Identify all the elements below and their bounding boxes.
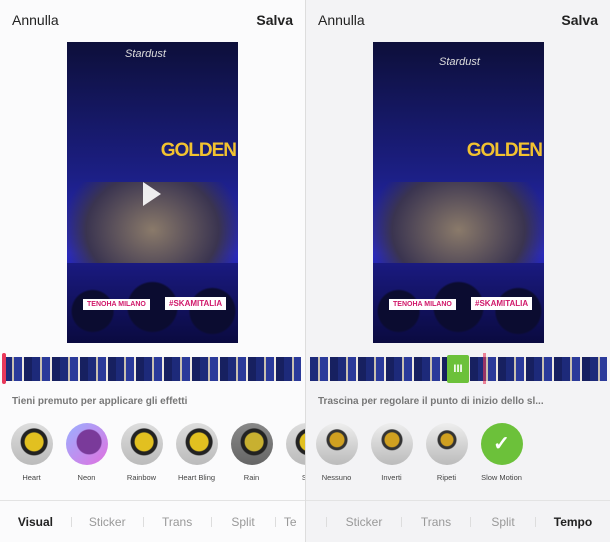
effect-label: Sn (301, 473, 305, 482)
effects-editor-tempo: Annulla Salva Stardust GOLDEN TENOHA MIL… (305, 0, 610, 542)
video-preview[interactable]: Stardust GOLDEN TENOHA MILANO #SKAMITALI… (67, 42, 238, 343)
tempo-slow-motion[interactable]: ✓ Slow Motion (474, 423, 529, 482)
tab-split[interactable]: Split (212, 515, 275, 529)
play-icon[interactable] (143, 182, 161, 206)
playhead (483, 353, 486, 384)
category-tabs: Sticker Trans Split Tempo (306, 500, 610, 542)
effects-editor-visual: Annulla Salva Stardust GOLDEN TENOHA MIL… (0, 0, 305, 542)
effect-sn[interactable]: Sn (279, 423, 305, 482)
effect-heart-bling[interactable]: Heart Bling (169, 423, 224, 482)
banner-text: GOLDEN (160, 140, 237, 161)
location-sticker: TENOHA MILANO (389, 299, 456, 310)
video-preview[interactable]: Stardust GOLDEN TENOHA MILANO #SKAMITALI… (373, 42, 544, 343)
save-button[interactable]: Salva (256, 12, 293, 28)
effect-neon[interactable]: Neon (59, 423, 114, 482)
tempo-thumbnail (370, 423, 413, 465)
tempo-options: Nessuno Inverti Ripeti ✓ Slow Motion (309, 423, 529, 482)
tab-trans[interactable]: Trans (144, 515, 211, 529)
tab-tempo[interactable]: Te (276, 515, 306, 529)
effect-thumbnail (120, 423, 163, 465)
location-sticker: TENOHA MILANO (83, 299, 150, 310)
tempo-thumbnail (425, 423, 468, 465)
check-icon: ✓ (480, 423, 523, 465)
tab-sticker[interactable]: Sticker (327, 515, 401, 529)
effect-heart[interactable]: Heart (4, 423, 59, 482)
stardust-logo: Stardust (439, 56, 480, 68)
hint-text: Trascina per regolare il punto di inizio… (318, 396, 544, 407)
effect-thumbnail (65, 423, 108, 465)
cancel-button[interactable]: Annulla (318, 12, 365, 28)
effect-label: Rainbow (126, 473, 157, 482)
effect-thumbnail (285, 423, 305, 465)
tempo-label: Slow Motion (481, 473, 522, 482)
save-button[interactable]: Salva (561, 12, 598, 28)
effects-list: Heart Neon Rainbow Heart Bling Rain Sn (4, 423, 305, 482)
slow-motion-handle[interactable]: III (447, 355, 469, 383)
playhead[interactable] (2, 353, 6, 384)
cancel-button[interactable]: Annulla (12, 12, 59, 28)
effect-rainbow[interactable]: Rainbow (114, 423, 169, 482)
stardust-logo: Stardust (125, 48, 166, 60)
tempo-thumbnail (315, 423, 358, 465)
hashtag-sticker: #SKAMITALIA (471, 297, 533, 310)
tab-split[interactable]: Split (471, 515, 535, 529)
tab-sticker[interactable]: Sticker (72, 515, 143, 529)
tempo-ripeti[interactable]: Ripeti (419, 423, 474, 482)
tab-tempo[interactable]: Tempo (536, 515, 610, 529)
tempo-label: Nessuno (321, 473, 352, 482)
timeline-strip[interactable] (4, 357, 301, 381)
effect-label: Heart (22, 473, 41, 482)
effect-thumbnail (10, 423, 53, 465)
tempo-label: Ripeti (436, 473, 457, 482)
banner-text: GOLDEN (466, 140, 543, 161)
tempo-label: Inverti (381, 473, 402, 482)
effect-label: Rain (243, 473, 260, 482)
tempo-nessuno[interactable]: Nessuno (309, 423, 364, 482)
effect-rain[interactable]: Rain (224, 423, 279, 482)
hint-text: Tieni premuto per applicare gli effetti (12, 396, 188, 407)
tempo-inverti[interactable]: Inverti (364, 423, 419, 482)
tab-visual[interactable]: Visual (0, 515, 71, 529)
effect-thumbnail (175, 423, 218, 465)
tab-trans[interactable]: Trans (402, 515, 470, 529)
effect-thumbnail (230, 423, 273, 465)
effect-label: Neon (77, 473, 96, 482)
category-tabs: Visual Sticker Trans Split Te (0, 500, 305, 542)
hashtag-sticker: #SKAMITALIA (165, 297, 227, 310)
effect-label: Heart Bling (177, 473, 216, 482)
